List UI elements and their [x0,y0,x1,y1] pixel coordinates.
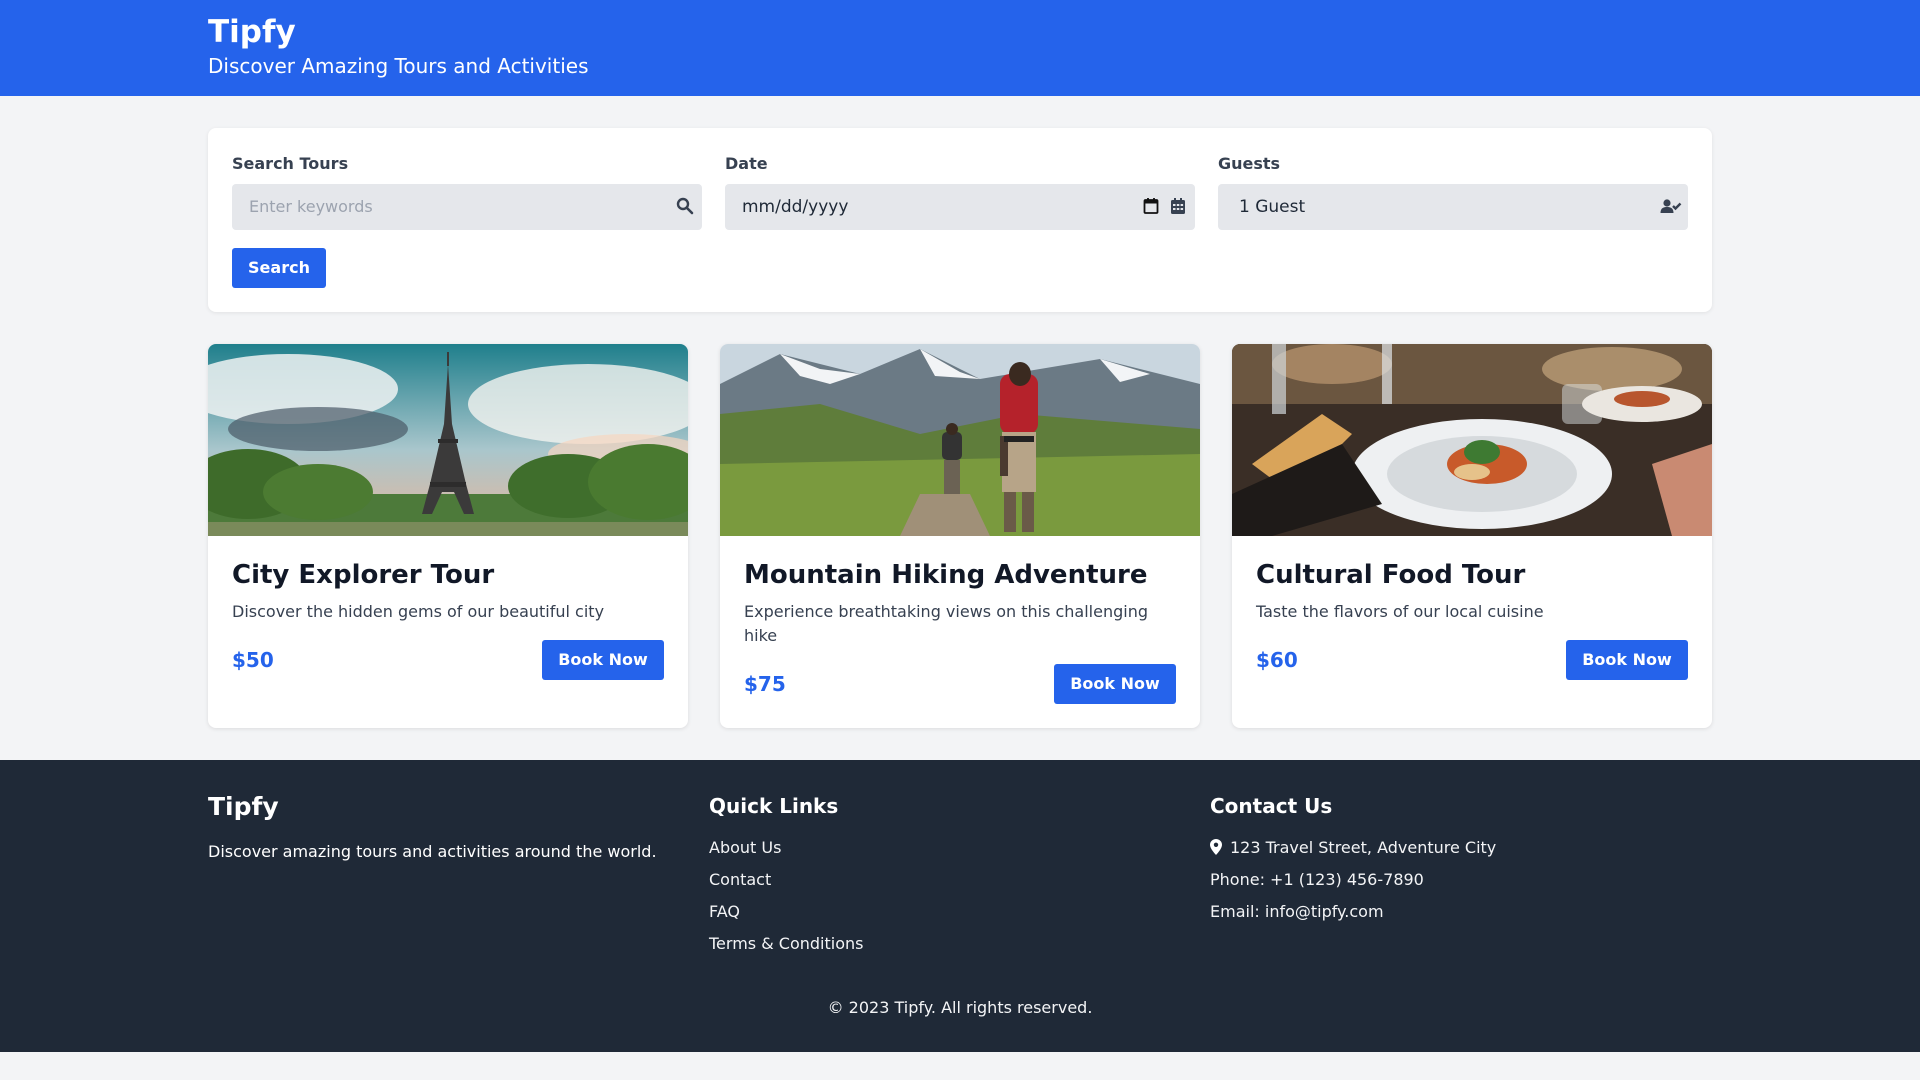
tour-card: Cultural Food Tour Taste the flavors of … [1232,344,1712,728]
contact-heading: Contact Us [1210,794,1333,818]
footer-link-faq[interactable]: FAQ [709,902,740,921]
footer-about-text: Discover amazing tours and activities ar… [208,842,657,861]
map-pin-icon [1210,839,1222,855]
guests-select[interactable]: 1 Guest [1218,184,1688,230]
tour-description: Experience breathtaking views on this ch… [744,602,1149,645]
brand-logo[interactable]: Tipfy [208,14,296,50]
header-tagline: Discover Amazing Tours and Activities [208,54,589,78]
tour-title: City Explorer Tour [232,560,495,590]
calendar-picker-icon[interactable] [1143,197,1163,217]
quick-links-heading: Quick Links [709,794,839,818]
guests-value: 1 Guest [1239,197,1306,217]
food-plate-photo [1232,344,1712,536]
date-value: mm/dd/yyyy [742,197,849,217]
tour-title: Mountain Hiking Adventure [744,560,1148,590]
user-check-icon [1660,197,1682,217]
search-tours-label: Search Tours [232,154,349,173]
mountain-hikers-photo [720,344,1200,536]
tour-price: $75 [744,672,786,696]
search-panel: Search Tours Enter keywords Date mm/dd/y… [208,128,1712,312]
date-label: Date [725,154,768,173]
guests-label: Guests [1218,154,1281,173]
tour-title: Cultural Food Tour [1256,560,1526,590]
site-header: Tipfy Discover Amazing Tours and Activit… [0,0,1920,96]
footer-link-about[interactable]: About Us [709,838,781,857]
footer-address-text: 123 Travel Street, Adventure City [1230,838,1497,857]
book-now-button[interactable]: Book Now [1566,640,1688,680]
copyright-text: © 2023 Tipfy. All rights reserved. [827,998,1093,1017]
footer-brand: Tipfy [208,792,279,821]
search-input[interactable]: Enter keywords [232,184,702,230]
date-field[interactable]: mm/dd/yyyy [725,184,1195,230]
book-now-button[interactable]: Book Now [542,640,664,680]
tour-description: Taste the flavors of our local cuisine [1256,602,1544,621]
footer-address: 123 Travel Street, Adventure City [1210,838,1496,857]
tour-price: $50 [232,648,274,672]
tour-card: City Explorer Tour Discover the hidden g… [208,344,688,728]
footer-link-terms[interactable]: Terms & Conditions [709,934,863,953]
book-now-button[interactable]: Book Now [1054,664,1176,704]
tour-card: Mountain Hiking Adventure Experience bre… [720,344,1200,728]
footer-link-contact[interactable]: Contact [709,870,771,889]
tour-price: $60 [1256,648,1298,672]
footer-email: Email: info@tipfy.com [1210,902,1384,921]
footer-phone: Phone: +1 (123) 456-7890 [1210,870,1424,889]
site-footer: Tipfy Discover amazing tours and activit… [0,760,1920,1052]
search-input-placeholder: Enter keywords [249,197,373,216]
eiffel-tower-photo [208,344,688,536]
calendar-icon [1170,197,1190,217]
search-icon[interactable] [676,197,696,217]
tour-description: Discover the hidden gems of our beautifu… [232,602,605,621]
search-button[interactable]: Search [232,248,326,288]
